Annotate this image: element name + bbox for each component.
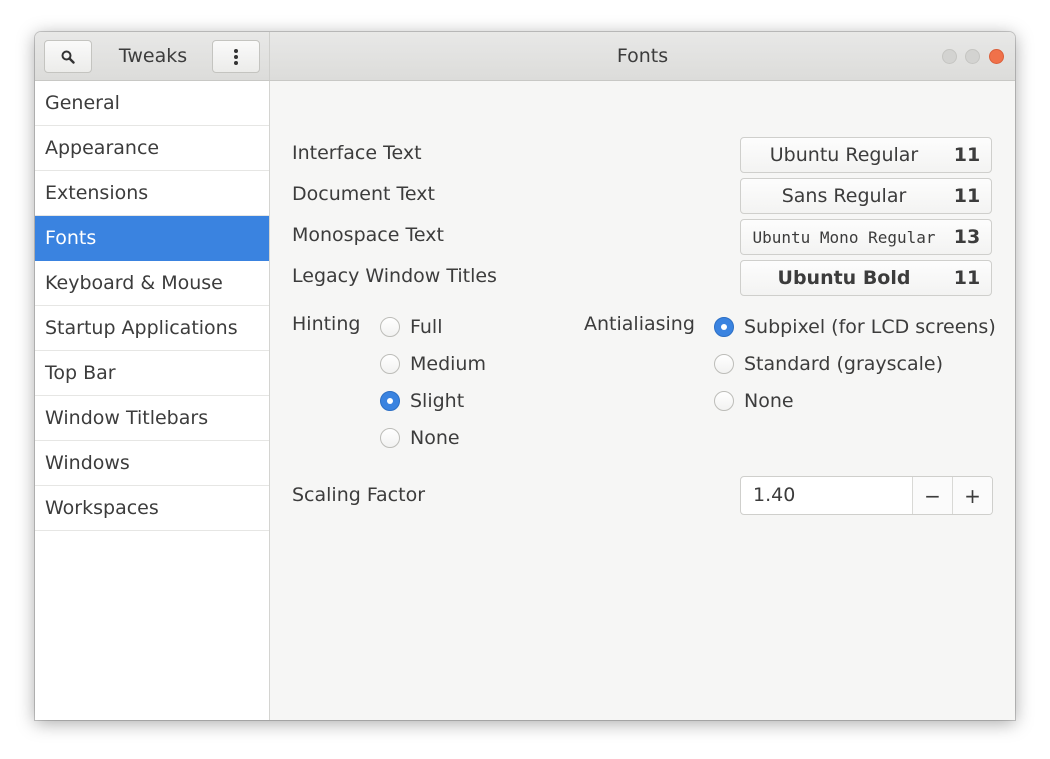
interface-text-label: Interface Text [292, 142, 422, 164]
sidebar-item-windows[interactable]: Windows [35, 441, 269, 486]
interface-font-name: Ubuntu Regular [769, 144, 919, 166]
legacy-window-titles-label: Legacy Window Titles [292, 265, 497, 287]
maximize-button[interactable] [965, 49, 980, 64]
hinting-option-label: Medium [410, 353, 486, 375]
decrement-button[interactable]: − [912, 477, 952, 514]
document-font-name: Sans Regular [781, 185, 907, 207]
app-title: Tweaks [118, 45, 188, 67]
monospace-font-name: Ubuntu Mono Regular [752, 227, 936, 247]
sidebar-item-workspaces[interactable]: Workspaces [35, 486, 269, 531]
radio-button[interactable] [714, 391, 734, 411]
antialiasing-option-label: None [744, 390, 794, 412]
antialiasing-label: Antialiasing [584, 313, 695, 335]
hinting-option-label: Slight [410, 390, 465, 412]
monospace-font-button[interactable]: Ubuntu Mono Regular 13 [740, 219, 992, 255]
vertical-ellipsis-icon [234, 48, 238, 65]
hinting-label: Hinting [292, 313, 361, 335]
sidebar-item-window-titlebars[interactable]: Window Titlebars [35, 396, 269, 441]
sidebar: General Appearance Extensions Fonts Keyb… [35, 81, 270, 720]
sidebar-item-general[interactable]: General [35, 81, 269, 126]
antialiasing-option-label: Subpixel (for LCD screens) [744, 316, 996, 338]
antialiasing-option-label: Standard (grayscale) [744, 353, 944, 375]
monospace-text-label: Monospace Text [292, 224, 444, 246]
document-text-label: Document Text [292, 183, 435, 205]
hinting-option-full[interactable]: Full [380, 314, 443, 340]
hinting-option-slight[interactable]: Slight [380, 388, 464, 414]
sidebar-item-fonts[interactable]: Fonts [35, 216, 269, 261]
app-menu-button[interactable] [212, 40, 260, 73]
search-button[interactable] [44, 40, 92, 73]
scaling-factor-input[interactable]: 1.40 [741, 477, 912, 514]
scaling-factor-spinbutton: 1.40 − + [740, 476, 993, 515]
increment-button[interactable]: + [952, 477, 992, 514]
monospace-font-size: 13 [953, 226, 981, 248]
sidebar-item-top-bar[interactable]: Top Bar [35, 351, 269, 396]
interface-font-button[interactable]: Ubuntu Regular 11 [740, 137, 992, 173]
document-font-button[interactable]: Sans Regular 11 [740, 178, 992, 214]
hinting-option-none[interactable]: None [380, 425, 460, 451]
antialiasing-option-none[interactable]: None [714, 388, 794, 414]
legacy-font-button[interactable]: Ubuntu Bold 11 [740, 260, 992, 296]
radio-button-selected[interactable] [714, 317, 734, 337]
radio-button[interactable] [380, 354, 400, 374]
legacy-font-size: 11 [953, 267, 981, 289]
hinting-option-medium[interactable]: Medium [380, 351, 486, 377]
scaling-factor-label: Scaling Factor [292, 484, 426, 506]
search-icon [61, 50, 75, 64]
radio-button[interactable] [714, 354, 734, 374]
header-bar: Tweaks Fonts [35, 32, 1015, 81]
legacy-font-name: Ubuntu Bold [777, 267, 911, 289]
radio-button[interactable] [380, 428, 400, 448]
tweaks-window: Tweaks Fonts General Appearance Extensio… [35, 32, 1015, 720]
page-title: Fonts [616, 45, 669, 67]
sidebar-item-extensions[interactable]: Extensions [35, 171, 269, 216]
radio-button[interactable] [380, 317, 400, 337]
antialiasing-option-subpixel[interactable]: Subpixel (for LCD screens) [714, 314, 996, 340]
document-font-size: 11 [953, 185, 981, 207]
interface-font-size: 11 [953, 144, 981, 166]
fonts-panel: Interface Text Ubuntu Regular 11 Documen… [270, 81, 1015, 720]
sidebar-item-appearance[interactable]: Appearance [35, 126, 269, 171]
hinting-option-label: Full [410, 316, 443, 338]
antialiasing-option-standard[interactable]: Standard (grayscale) [714, 351, 943, 377]
sidebar-item-startup-applications[interactable]: Startup Applications [35, 306, 269, 351]
sidebar-item-keyboard-mouse[interactable]: Keyboard & Mouse [35, 261, 269, 306]
minimize-button[interactable] [942, 49, 957, 64]
hinting-option-label: None [410, 427, 460, 449]
radio-button-selected[interactable] [380, 391, 400, 411]
close-button[interactable] [989, 49, 1004, 64]
